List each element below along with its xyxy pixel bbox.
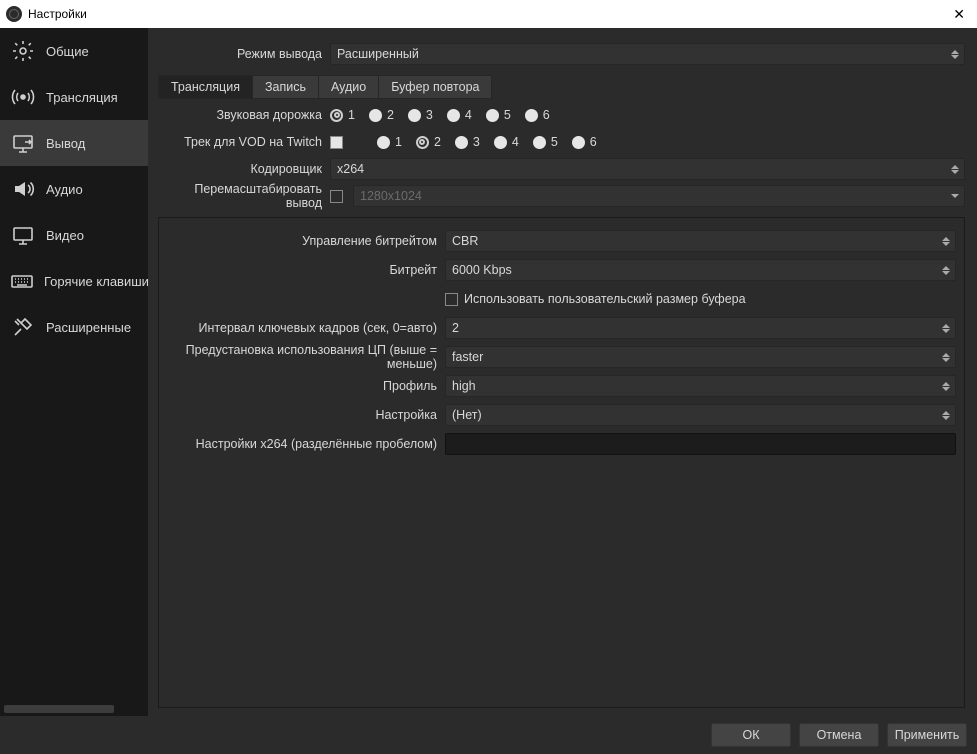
- sidebar-item-video[interactable]: Видео: [0, 212, 148, 258]
- rate-control-label: Управление битрейтом: [167, 234, 445, 248]
- obs-logo-icon: [6, 6, 22, 22]
- sidebar: Общие Трансляция Вывод Аудио Видео Горяч…: [0, 28, 148, 716]
- tune-label: Настройка: [167, 408, 445, 422]
- vod-track-enable-checkbox[interactable]: [330, 136, 343, 149]
- custom-buffer-checkbox[interactable]: [445, 293, 458, 306]
- x264opts-input[interactable]: [445, 433, 956, 455]
- vod-track-radio-3[interactable]: [455, 136, 468, 149]
- tab-streaming[interactable]: Трансляция: [158, 75, 253, 99]
- profile-select[interactable]: high: [445, 375, 956, 397]
- sidebar-scrollbar[interactable]: [0, 702, 148, 716]
- encoder-settings-panel: Управление битрейтом CBR Битрейт 6000 Kb…: [158, 217, 965, 708]
- sidebar-item-label: Расширенные: [46, 320, 131, 335]
- sidebar-item-label: Общие: [46, 44, 89, 59]
- vod-track-radio-1[interactable]: [377, 136, 390, 149]
- encoder-select[interactable]: x264: [330, 158, 965, 180]
- custom-buffer-label: Использовать пользовательский размер буф…: [464, 292, 746, 306]
- preset-label: Предустановка использования ЦП (выше = м…: [167, 343, 445, 371]
- sidebar-item-advanced[interactable]: Расширенные: [0, 304, 148, 350]
- sidebar-item-label: Аудио: [46, 182, 83, 197]
- tune-select[interactable]: (Нет): [445, 404, 956, 426]
- titlebar: Настройки ✕: [0, 0, 977, 28]
- sidebar-item-output[interactable]: Вывод: [0, 120, 148, 166]
- output-tabs: Трансляция Запись Аудио Буфер повтора: [158, 75, 965, 99]
- vod-track-radio-2[interactable]: [416, 136, 429, 149]
- x264opts-label: Настройки x264 (разделённые пробелом): [167, 437, 445, 451]
- keyint-label: Интервал ключевых кадров (сек, 0=авто): [167, 321, 445, 335]
- vod-track-label: Трек для VOD на Twitch: [158, 135, 330, 149]
- content: Режим вывода Расширенный Трансляция Запи…: [148, 28, 977, 716]
- keyint-spinner[interactable]: 2: [445, 317, 956, 339]
- bitrate-spinner[interactable]: 6000 Kbps: [445, 259, 956, 281]
- bitrate-label: Битрейт: [167, 263, 445, 277]
- tab-recording[interactable]: Запись: [253, 75, 319, 99]
- keyboard-icon: [10, 268, 34, 294]
- sidebar-item-hotkeys[interactable]: Горячие клавиши: [0, 258, 148, 304]
- vod-track-radio-6[interactable]: [572, 136, 585, 149]
- profile-label: Профиль: [167, 379, 445, 393]
- speaker-icon: [10, 176, 36, 202]
- tools-icon: [10, 314, 36, 340]
- output-mode-select[interactable]: Расширенный: [330, 43, 965, 65]
- gear-icon: [10, 38, 36, 64]
- encoder-label: Кодировщик: [158, 162, 330, 176]
- preset-select[interactable]: faster: [445, 346, 956, 368]
- audio-track-radio-1[interactable]: [330, 109, 343, 122]
- rate-control-select[interactable]: CBR: [445, 230, 956, 252]
- audio-track-radio-5[interactable]: [486, 109, 499, 122]
- dialog-footer: ОК Отмена Применить: [0, 716, 977, 754]
- rescale-select[interactable]: 1280x1024: [353, 185, 965, 207]
- window-title: Настройки: [28, 7, 87, 21]
- tab-replay-buffer[interactable]: Буфер повтора: [379, 75, 492, 99]
- vod-track-radio-4[interactable]: [494, 136, 507, 149]
- rescale-label: Перемасштабировать вывод: [158, 182, 330, 210]
- apply-button[interactable]: Применить: [887, 723, 967, 747]
- close-icon[interactable]: ✕: [947, 6, 971, 23]
- vod-track-radio-5[interactable]: [533, 136, 546, 149]
- rescale-checkbox[interactable]: [330, 190, 343, 203]
- sidebar-item-audio[interactable]: Аудио: [0, 166, 148, 212]
- cancel-button[interactable]: Отмена: [799, 723, 879, 747]
- monitor-arrow-icon: [10, 130, 36, 156]
- audio-track-radio-4[interactable]: [447, 109, 460, 122]
- sidebar-item-label: Трансляция: [46, 90, 118, 105]
- audio-track-label: Звуковая дорожка: [158, 108, 330, 122]
- audio-track-radio-6[interactable]: [525, 109, 538, 122]
- sidebar-item-label: Видео: [46, 228, 84, 243]
- broadcast-icon: [10, 84, 36, 110]
- output-mode-label: Режим вывода: [158, 47, 330, 61]
- monitor-icon: [10, 222, 36, 248]
- audio-track-radio-2[interactable]: [369, 109, 382, 122]
- tab-audio[interactable]: Аудио: [319, 75, 379, 99]
- sidebar-item-general[interactable]: Общие: [0, 28, 148, 74]
- sidebar-item-label: Вывод: [46, 136, 85, 151]
- audio-track-radio-3[interactable]: [408, 109, 421, 122]
- ok-button[interactable]: ОК: [711, 723, 791, 747]
- sidebar-item-label: Горячие клавиши: [44, 274, 149, 289]
- sidebar-item-stream[interactable]: Трансляция: [0, 74, 148, 120]
